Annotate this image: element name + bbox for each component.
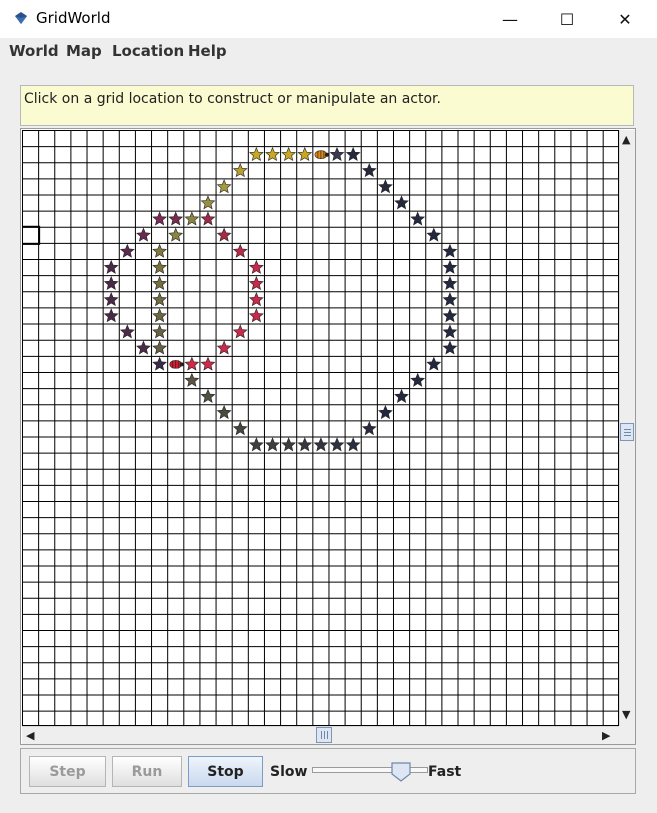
- scroll-up-icon[interactable]: ▲: [622, 133, 630, 146]
- close-button[interactable]: ✕: [602, 0, 648, 38]
- menu-world[interactable]: World: [9, 42, 59, 60]
- scroll-right-icon[interactable]: ▶: [602, 729, 610, 742]
- gridworld-app-icon: [15, 12, 27, 24]
- scroll-corner: [619, 726, 635, 744]
- maximize-icon: ☐: [559, 9, 575, 29]
- minimize-button[interactable]: —: [487, 0, 533, 38]
- scroll-down-icon[interactable]: ▼: [622, 708, 630, 721]
- menu-bar: World Map Location Help: [0, 38, 657, 64]
- menu-map[interactable]: Map: [66, 42, 102, 60]
- title-bar: GridWorld — ☐ ✕: [0, 0, 657, 38]
- minimize-icon: —: [502, 9, 518, 29]
- vertical-scroll-thumb[interactable]: [620, 423, 634, 441]
- menu-help[interactable]: Help: [188, 42, 227, 60]
- fast-label: Fast: [428, 764, 462, 780]
- run-button[interactable]: Run: [112, 756, 182, 787]
- world-grid[interactable]: [22, 130, 619, 726]
- close-icon: ✕: [618, 9, 632, 29]
- horizontal-scroll-thumb[interactable]: [316, 727, 332, 743]
- slow-label: Slow: [270, 764, 308, 780]
- menu-location[interactable]: Location: [112, 42, 184, 60]
- step-button[interactable]: Step: [29, 756, 106, 787]
- message-area: Click on a grid location to construct or…: [20, 85, 634, 126]
- window-title: GridWorld: [36, 9, 111, 27]
- scroll-left-icon[interactable]: ◀: [26, 729, 34, 742]
- maximize-button[interactable]: ☐: [544, 0, 590, 38]
- stop-button[interactable]: Stop: [188, 756, 263, 787]
- speed-slider-thumb[interactable]: [391, 762, 411, 782]
- hint-text: Click on a grid location to construct or…: [24, 91, 441, 107]
